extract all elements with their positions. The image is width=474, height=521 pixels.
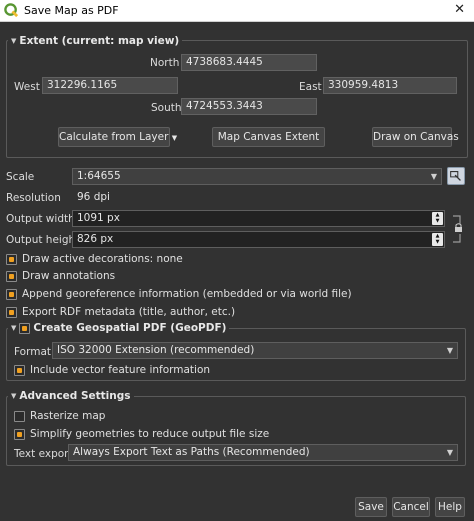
- text-export-label: Text export: [14, 448, 73, 460]
- format-value: ISO 32000 Extension (recommended): [57, 344, 255, 356]
- option-label: Append georeference information (embedde…: [22, 288, 352, 300]
- collapse-triangle-icon[interactable]: ▼: [11, 34, 16, 48]
- text-export-value: Always Export Text as Paths (Recommended…: [73, 446, 310, 458]
- help-button[interactable]: Help: [435, 497, 465, 517]
- checkbox[interactable]: [14, 410, 25, 422]
- checkbox[interactable]: [6, 306, 17, 318]
- include-vector-label: Include vector feature information: [30, 364, 211, 376]
- option-label: Draw active decorations: none: [22, 253, 183, 265]
- output-width-label: Output width: [6, 213, 75, 225]
- checkbox[interactable]: [14, 428, 25, 440]
- format-label: Format: [14, 346, 52, 358]
- extent-group-header[interactable]: ▼ Extent (current: map view): [8, 34, 183, 48]
- option-rdf-metadata[interactable]: Export RDF metadata (title, author, etc.…: [6, 305, 235, 319]
- resolution-label: Resolution: [6, 192, 61, 204]
- include-vector-option[interactable]: Include vector feature information: [14, 363, 210, 377]
- draw-on-canvas-button[interactable]: Draw on Canvas: [372, 127, 459, 147]
- south-field[interactable]: 4724553.3443: [181, 98, 317, 115]
- collapse-triangle-icon[interactable]: ▼: [11, 389, 16, 403]
- lock-ratio-icon[interactable]: [451, 214, 463, 244]
- calculate-from-layer-label: Calculate from Layer: [59, 131, 169, 143]
- chevron-down-icon: ▼: [446, 448, 453, 457]
- checkbox[interactable]: [6, 270, 17, 282]
- simplify-option[interactable]: Simplify geometries to reduce output fil…: [14, 427, 269, 441]
- format-combo[interactable]: ISO 32000 Extension (recommended) ▼: [52, 342, 458, 359]
- advanced-title: Advanced Settings: [19, 390, 131, 402]
- chevron-down-icon: ▼: [171, 134, 178, 142]
- geopdf-checkbox[interactable]: [19, 322, 31, 334]
- calculate-from-layer-button[interactable]: Calculate from Layer ▼: [58, 127, 177, 147]
- option-label: Draw annotations: [22, 270, 116, 282]
- save-button[interactable]: Save: [355, 497, 387, 517]
- checkbox[interactable]: [14, 364, 25, 376]
- output-width-value: 1091 px: [77, 212, 120, 224]
- east-label: East: [299, 81, 322, 93]
- north-field[interactable]: 4738683.4445: [181, 54, 317, 71]
- map-canvas-extent-button[interactable]: Map Canvas Extent: [212, 127, 325, 147]
- output-width-spinbox[interactable]: 1091 px ▲ ▼: [72, 210, 445, 227]
- option-label: Export RDF metadata (title, author, etc.…: [22, 306, 236, 318]
- north-label: North: [150, 57, 180, 69]
- option-georeference[interactable]: Append georeference information (embedde…: [6, 287, 352, 301]
- qgis-logo-icon: [4, 3, 19, 18]
- extent-title: Extent (current: map view): [19, 35, 180, 47]
- window-title: Save Map as PDF: [24, 4, 119, 17]
- spin-arrows-icon[interactable]: ▲ ▼: [432, 233, 443, 246]
- geopdf-group-header[interactable]: ▼ Create Geospatial PDF (GeoPDF): [8, 321, 230, 335]
- simplify-label: Simplify geometries to reduce output fil…: [30, 428, 270, 440]
- checkbox[interactable]: [6, 288, 17, 300]
- close-icon[interactable]: ✕: [454, 2, 465, 17]
- chevron-down-icon: ▼: [446, 346, 453, 355]
- resolution-spinbox[interactable]: 96 dpi: [72, 189, 445, 206]
- rasterize-option[interactable]: Rasterize map: [14, 409, 105, 423]
- map-canvas-scale-icon: [450, 171, 461, 181]
- text-export-combo[interactable]: Always Export Text as Paths (Recommended…: [68, 444, 458, 461]
- cancel-button[interactable]: Cancel: [392, 497, 430, 517]
- option-draw-annotations[interactable]: Draw annotations: [6, 269, 115, 283]
- scale-label: Scale: [6, 171, 35, 183]
- advanced-group-header[interactable]: ▼ Advanced Settings: [8, 389, 134, 403]
- checkbox[interactable]: [6, 253, 17, 265]
- rasterize-label: Rasterize map: [30, 410, 106, 422]
- scale-value: 1:64655: [77, 170, 121, 182]
- option-draw-decorations[interactable]: Draw active decorations: none: [6, 252, 183, 266]
- west-label: West: [14, 81, 40, 93]
- south-label: South: [151, 102, 182, 114]
- chevron-down-icon: ▼: [430, 172, 437, 181]
- geopdf-title: Create Geospatial PDF (GeoPDF): [33, 322, 227, 334]
- output-height-label: Output height: [6, 234, 80, 246]
- east-field[interactable]: 330959.4813: [323, 77, 457, 94]
- output-height-value: 826 px: [77, 233, 114, 245]
- map-canvas-scale-button[interactable]: [447, 167, 465, 185]
- west-field[interactable]: 312296.1165: [42, 77, 178, 94]
- collapse-triangle-icon[interactable]: ▼: [11, 321, 16, 335]
- output-height-spinbox[interactable]: 826 px ▲ ▼: [72, 231, 445, 248]
- spin-arrows-icon[interactable]: ▲ ▼: [432, 212, 443, 225]
- scale-combo[interactable]: 1:64655 ▼: [72, 168, 442, 185]
- title-bar: Save Map as PDF ✕: [0, 0, 474, 22]
